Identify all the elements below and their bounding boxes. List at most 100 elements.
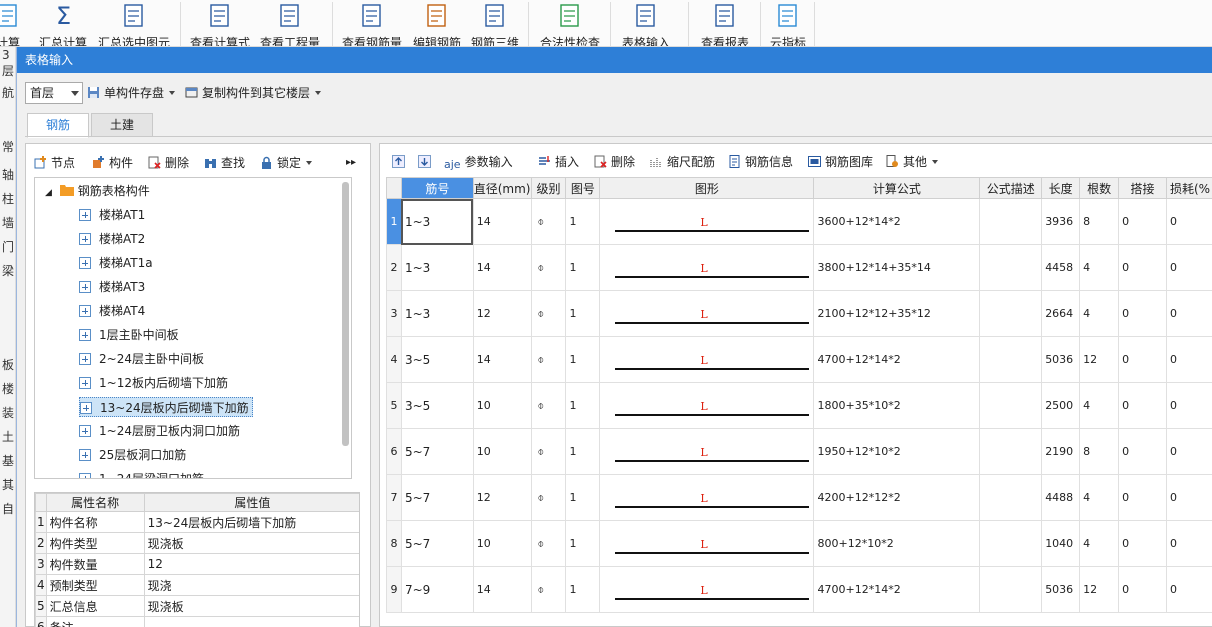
desc-cell[interactable] (979, 566, 1043, 613)
count-cell[interactable]: 8 (1079, 198, 1120, 245)
length-cell[interactable]: 5036 (1041, 566, 1081, 613)
row-number[interactable]: 7 (386, 474, 402, 521)
length-cell[interactable]: 4458 (1041, 244, 1081, 291)
left-strip-label[interactable]: 基 (2, 452, 14, 469)
diameter-cell[interactable]: 10 (472, 382, 532, 429)
diameter-cell[interactable]: 14 (472, 566, 532, 613)
count-cell[interactable]: 4 (1079, 290, 1120, 337)
length-cell[interactable]: 5036 (1041, 336, 1081, 383)
formula-cell[interactable]: 1800+35*10*2 (813, 382, 981, 429)
ribbon-button-11[interactable]: 云指标 (768, 0, 808, 46)
lap-cell[interactable]: 0 (1118, 336, 1167, 383)
grade-cell[interactable]: ⌽ (530, 336, 567, 383)
count-cell[interactable]: 4 (1079, 520, 1120, 567)
tree-item[interactable]: 楼梯AT2 (79, 229, 148, 249)
col-lap-header[interactable]: 搭接 (1118, 177, 1167, 199)
grade-cell[interactable]: ⌽ (530, 474, 567, 521)
desc-cell[interactable] (979, 198, 1043, 245)
loss-cell[interactable]: 0 (1165, 244, 1212, 291)
expand-toolbar-icon[interactable]: ▸▸ (346, 154, 356, 174)
desc-cell[interactable] (979, 290, 1043, 337)
row-number[interactable]: 3 (386, 290, 402, 337)
property-value[interactable]: 现浇 (143, 574, 359, 596)
tree-root[interactable]: ◢ 钢筋表格构件 (45, 181, 150, 201)
tree-item[interactable]: 1层主卧中间板 (79, 325, 182, 345)
grade-cell[interactable]: ⌽ (530, 428, 567, 475)
loss-cell[interactable]: 0 (1165, 566, 1212, 613)
left-strip-label[interactable]: 板 (2, 356, 14, 373)
fig-no-cell[interactable]: 1 (565, 244, 601, 291)
diameter-cell[interactable]: 10 (472, 428, 532, 475)
ribbon-button-2[interactable]: 汇总选中图元 (96, 0, 172, 46)
formula-cell[interactable]: 2100+12*12+35*12 (813, 290, 981, 337)
grade-cell[interactable]: ⌽ (530, 382, 567, 429)
shape-cell[interactable]: L (599, 520, 815, 567)
fig-no-cell[interactable]: 1 (565, 198, 601, 245)
shape-cell[interactable]: L (599, 474, 815, 521)
add-component-button[interactable]: 构件 (92, 154, 133, 174)
shape-cell[interactable]: L (599, 382, 815, 429)
col-shape-header[interactable]: 图形 (599, 177, 815, 199)
col-bar-no-header[interactable]: 筋号 (400, 177, 474, 199)
ribbon-button-4[interactable]: 查看工程量 (258, 0, 322, 46)
lap-cell[interactable]: 0 (1118, 244, 1167, 291)
fig-no-cell[interactable]: 1 (565, 428, 601, 475)
copy-to-floor-button[interactable]: 复制构件到其它楼层 (185, 84, 322, 104)
loss-cell[interactable]: 0 (1165, 474, 1212, 521)
diameter-cell[interactable]: 12 (472, 474, 532, 521)
row-number[interactable]: 8 (386, 520, 402, 567)
bar-no-cell[interactable]: 7~9 (400, 566, 474, 613)
left-strip-label[interactable]: 柱 (2, 190, 14, 207)
param-input-button[interactable]: aje 参数输入 (444, 153, 513, 173)
scale-rebar-button[interactable]: 缩尺配筋 (650, 153, 715, 173)
formula-cell[interactable]: 4200+12*12*2 (813, 474, 981, 521)
tree-item[interactable]: 1~24层梁洞口加筋 (79, 469, 207, 478)
desc-cell[interactable] (979, 244, 1043, 291)
grade-cell[interactable]: ⌽ (530, 566, 567, 613)
formula-cell[interactable]: 4700+12*14*2 (813, 566, 981, 613)
left-strip-label[interactable]: 自 (2, 500, 14, 517)
diameter-cell[interactable]: 14 (472, 336, 532, 383)
formula-cell[interactable]: 800+12*10*2 (813, 520, 981, 567)
left-strip-label[interactable]: 其 (2, 476, 14, 493)
shape-cell[interactable]: L (599, 290, 815, 337)
formula-cell[interactable]: 3600+12*14*2 (813, 198, 981, 245)
count-cell[interactable]: 4 (1079, 474, 1120, 521)
loss-cell[interactable]: 0 (1165, 520, 1212, 567)
property-value[interactable]: 12 (143, 553, 359, 575)
bar-no-cell[interactable]: 5~7 (400, 474, 474, 521)
diameter-cell[interactable]: 14 (472, 244, 532, 291)
ribbon-button-5[interactable]: 查看钢筋量 (340, 0, 404, 46)
tree-item[interactable]: 2~24层主卧中间板 (79, 349, 207, 369)
col-count-header[interactable]: 根数 (1079, 177, 1120, 199)
fig-no-cell[interactable]: 1 (565, 382, 601, 429)
left-strip-label[interactable]: 楼 (2, 380, 14, 397)
find-button[interactable]: 查找 (204, 154, 245, 174)
col-length-header[interactable]: 长度 (1041, 177, 1081, 199)
lap-cell[interactable]: 0 (1118, 428, 1167, 475)
bar-no-cell[interactable]: 5~7 (400, 428, 474, 475)
left-strip-label[interactable]: 梁 (2, 262, 14, 279)
bar-no-cell[interactable]: 3~5 (400, 336, 474, 383)
length-cell[interactable]: 3936 (1041, 198, 1081, 245)
add-node-button[interactable]: 节点 (34, 154, 75, 174)
lap-cell[interactable]: 0 (1118, 382, 1167, 429)
bar-no-cell[interactable]: 1~3 (400, 198, 474, 245)
grade-cell[interactable]: ⌽ (530, 198, 567, 245)
left-strip-label[interactable]: 航 (2, 84, 14, 101)
tab-rebar[interactable]: 钢筋 (27, 113, 89, 138)
row-number[interactable]: 5 (386, 382, 402, 429)
tree-item[interactable]: 楼梯AT1 (79, 205, 148, 225)
delete-row-button[interactable]: 删除 (594, 153, 635, 173)
grade-cell[interactable]: ⌽ (530, 290, 567, 337)
formula-cell[interactable]: 1950+12*10*2 (813, 428, 981, 475)
save-component-button[interactable]: 单构件存盘 (87, 84, 176, 104)
floor-select[interactable]: 首层 (25, 82, 83, 104)
count-cell[interactable]: 8 (1079, 428, 1120, 475)
bar-no-cell[interactable]: 3~5 (400, 382, 474, 429)
bar-no-cell[interactable]: 1~3 (400, 244, 474, 291)
other-menu-button[interactable]: 其他 (886, 153, 939, 173)
ribbon-button-7[interactable]: 钢筋三维 (468, 0, 522, 46)
fig-no-cell[interactable]: 1 (565, 520, 601, 567)
row-number[interactable]: 6 (386, 428, 402, 475)
